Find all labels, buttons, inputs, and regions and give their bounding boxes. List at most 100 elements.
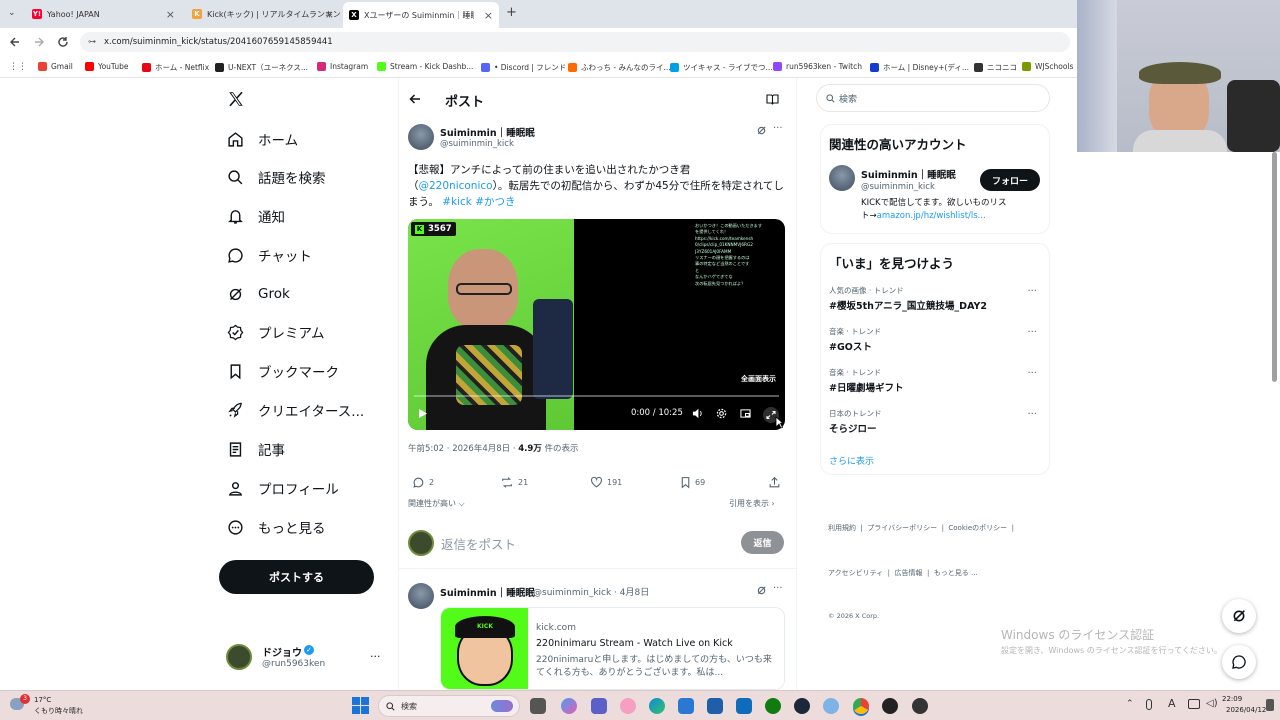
bookmark-item[interactable]: Stream - Kick Dashb... [377,62,473,71]
url-input[interactable]: ⊶ x.com/suiminmin_kick/status/2041607659… [80,32,1070,52]
notification-icon[interactable] [1266,699,1274,711]
taskview-icon[interactable] [530,698,546,714]
nav-profile[interactable]: プロフィール [226,475,339,501]
nav-explore[interactable]: 話題を検索 [226,164,326,190]
bookmark-item[interactable]: Gmail [38,62,73,71]
trend-more-icon[interactable]: ··· [1027,409,1037,420]
footer-row[interactable]: アクセシビリティ | 広告情報 | もっと見る ... [828,566,1014,581]
footer-row[interactable]: 利用規約 | プライバシーポリシー | Cookieのポリシー | [828,521,1014,536]
taskbar-search[interactable]: 検索 [378,695,520,717]
app-cloud-icon[interactable] [823,698,839,714]
share-action[interactable] [768,476,785,489]
trend-more-icon[interactable]: ··· [1027,368,1037,379]
hashtag-links[interactable]: #kick #かつき [442,196,515,208]
link-card[interactable]: KICK kick.com 220ninimaru Stream - Watch… [440,607,785,690]
post-more-icon[interactable]: ··· [773,123,783,134]
tab-close-icon[interactable]: × [484,9,493,22]
back-arrow-icon[interactable] [409,93,421,105]
show-more-link[interactable]: さらに表示 [829,454,874,467]
tab-yahoo[interactable]: Y! Yahoo! JAPAN × [26,3,181,25]
steam-icon[interactable] [794,698,810,714]
bookmark-item[interactable]: Instagram [317,62,368,71]
follow-button[interactable]: フォロー [980,169,1040,191]
settings-gear-icon[interactable] [716,408,727,419]
view-quotes-link[interactable]: 引用を表示 › [729,498,775,509]
bookmark-item[interactable]: ツイキャス - ライブでつ... [670,62,773,73]
trend-more-icon[interactable]: ··· [1027,327,1037,338]
reply-more-icon[interactable]: ··· [773,583,783,594]
tray-chevron-icon[interactable]: ⌃ [1126,699,1134,709]
volume-icon[interactable] [692,408,703,419]
reload-icon[interactable] [57,36,69,48]
tab-list-icon[interactable]: ⌄ [8,8,16,18]
app-outlook-icon[interactable] [736,698,752,714]
x-logo-icon[interactable] [227,90,245,108]
tab-close-icon[interactable]: × [166,8,175,21]
reply-action[interactable]: 2 [412,476,434,489]
related-avatar[interactable] [829,165,855,191]
trend-item[interactable]: 日本のトレンド そらジロー [829,408,1044,435]
bookmark-item[interactable]: run5963ken - Twitch [773,62,862,71]
app-pink-icon[interactable] [620,698,636,714]
chrome-icon[interactable] [853,698,869,714]
reply-author-meta[interactable]: @suiminmin_kick · 4月8日 [533,585,649,598]
weather-widget[interactable]: 3 17°C くもり時々晴れ [10,694,90,718]
video-player[interactable]: K 3567 おいかつき！この動画いただきます を提供してくれ！ https://k… [408,219,785,430]
clock-date[interactable]: 2026/04/12 [1226,706,1266,714]
tab-close-icon[interactable]: × [325,8,334,21]
page-scrollbar[interactable] [1272,152,1277,382]
reply-author-avatar[interactable] [408,583,434,609]
app-blue-icon[interactable] [707,698,723,714]
bookmark-item[interactable]: ふわっち - みんなのライ... [568,62,671,73]
account-more-icon[interactable]: ··· [370,650,381,663]
bookmark-item[interactable]: ホーム | Disney+(ディ... [870,62,969,73]
app-record-icon[interactable] [912,698,928,714]
apps-icon[interactable]: ⋮⋮ [9,62,27,72]
grok-explain-icon[interactable] [756,125,767,136]
ime-indicator[interactable]: A [1168,697,1176,710]
trend-item[interactable]: 音楽 · トレンド #日曜劇場ギフト [829,367,1044,394]
edge-icon[interactable] [649,698,665,714]
tab-x-post[interactable]: X Xユーザーの Suiminmin｜睡眠眠さ × [343,2,499,28]
clock-time[interactable]: 22:09 [1222,695,1242,703]
back-icon[interactable] [9,36,21,48]
reply-input[interactable]: 返信をポスト [441,534,721,552]
pip-icon[interactable] [740,408,751,419]
related-name[interactable]: Suiminmin｜睡眠眠 [861,167,956,181]
bookmark-item[interactable]: YouTube [85,62,129,71]
bookmark-item[interactable]: ニコニコ [974,62,1017,73]
nav-grok[interactable]: Grok [226,281,290,307]
forward-icon[interactable] [33,36,45,48]
search-input[interactable]: 検索 [816,84,1050,112]
related-handle[interactable]: @suiminmin_kick [861,182,935,192]
trend-item[interactable]: 人気の画像 · トレンド #櫻坂5thアニラ_国立競技場_DAY2 [829,285,1044,312]
new-tab-button[interactable]: + [506,5,517,20]
nav-notifications[interactable]: 通知 [226,203,285,229]
reply-author-name[interactable]: Suiminmin｜睡眠眠 [440,585,535,599]
reply-button[interactable]: 返信 [741,531,784,554]
mic-icon[interactable] [1146,699,1152,710]
author-handle[interactable]: @suiminmin_kick [440,139,514,149]
nav-chat[interactable]: チャット [226,242,312,268]
account-switcher[interactable]: ドジョウ ✓ @run5963ken ··· [226,642,386,674]
video-progress-track[interactable] [414,395,779,397]
bookmark-item[interactable]: WJSchools [1022,62,1073,71]
nav-articles[interactable]: 記事 [226,436,285,462]
post-button[interactable]: ポストする [219,560,374,594]
copilot-icon[interactable] [561,698,577,714]
store-icon[interactable] [678,698,694,714]
volume-icon[interactable]: ◁) [1206,698,1218,709]
bookmark-item[interactable]: • Discord | フレンド [481,62,566,73]
play-icon[interactable] [418,408,428,419]
network-icon[interactable] [1188,699,1200,709]
reader-icon[interactable] [766,93,779,105]
trend-more-icon[interactable]: ··· [1027,286,1037,297]
bookmark-action[interactable]: 69 [680,476,705,489]
grok-float-button[interactable] [1222,599,1256,633]
teams-icon[interactable] [591,698,607,714]
nav-more[interactable]: もっと見る [226,514,326,540]
xbox-icon[interactable] [765,698,781,714]
site-info-icon[interactable]: ⊶ [88,37,96,46]
app-dark-icon[interactable] [882,698,898,714]
author-avatar[interactable] [408,124,434,150]
